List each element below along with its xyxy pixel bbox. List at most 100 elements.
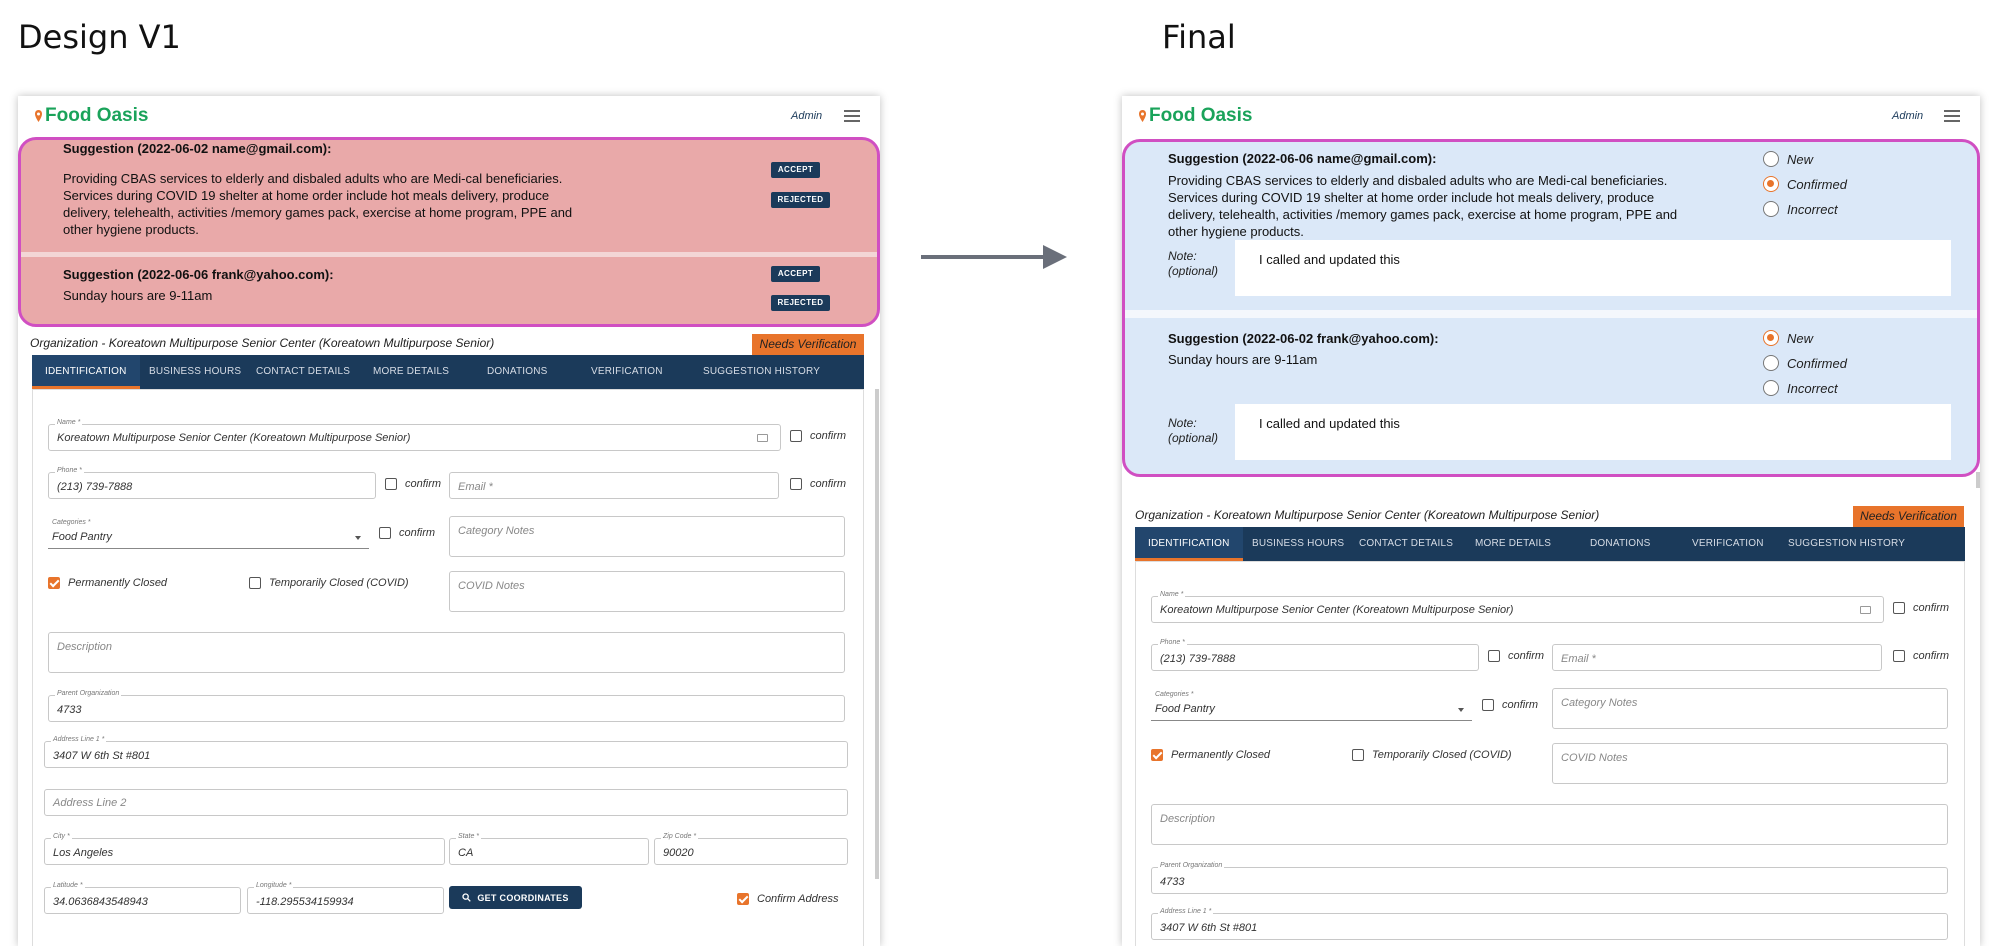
tab-contact-details[interactable]: CONTACT DETAILS xyxy=(256,355,350,389)
suggestion-text: Providing CBAS services to elderly and d… xyxy=(1168,173,1678,239)
app-header: Food Oasis Admin xyxy=(18,96,880,136)
suggestion-text: Providing CBAS services to elderly and d… xyxy=(63,171,573,237)
suggestion-title: Suggestion (2022-06-06 name@gmail.com): xyxy=(1168,151,1437,166)
note-input[interactable]: I called and updated this xyxy=(1235,240,1951,296)
permanently-closed-checkbox[interactable]: Permanently Closed xyxy=(1151,749,1270,761)
address1-field[interactable]: Address Line 1 * 3407 W 6th St #801 xyxy=(44,736,848,768)
tab-business-hours[interactable]: BUSINESS HOURS xyxy=(1252,527,1344,561)
admin-link[interactable]: Admin xyxy=(791,110,822,122)
state-field[interactable]: State * CA xyxy=(449,833,649,865)
arrow-icon xyxy=(921,245,1069,269)
name-field[interactable]: Name * Koreatown Multipurpose Senior Cent… xyxy=(1151,591,1884,623)
name-field[interactable]: Name * Koreatown Multipurpose Senior Cent… xyxy=(48,419,781,451)
search-icon xyxy=(462,893,472,902)
covid-notes-field[interactable]: COVID Notes xyxy=(449,571,845,612)
phone-field[interactable]: Phone * (213) 739-7888 xyxy=(1151,639,1479,671)
radio-confirmed[interactable]: Confirmed xyxy=(1763,355,1847,371)
suggestions-panel: Suggestion (2022-06-06 name@gmail.com): … xyxy=(1122,139,1980,477)
tab-identification[interactable]: IDENTIFICATION xyxy=(32,355,140,389)
identification-form: Name * Koreatown Multipurpose Senior Cent… xyxy=(32,389,864,946)
longitude-field[interactable]: Longitude * -118.295534159934 xyxy=(247,882,444,914)
menu-icon[interactable] xyxy=(844,110,860,122)
category-notes-field[interactable]: Category Notes xyxy=(1552,688,1948,729)
app-name: Food Oasis xyxy=(1149,105,1253,126)
carrot-pin-icon xyxy=(1139,110,1146,122)
scrollbar[interactable] xyxy=(1976,472,1980,488)
note-label: Note: (optional) xyxy=(1168,416,1219,445)
tab-business-hours[interactable]: BUSINESS HOURS xyxy=(149,355,241,389)
tab-suggestion-history[interactable]: SUGGESTION HISTORY xyxy=(1788,527,1905,561)
tab-donations[interactable]: DONATIONS xyxy=(487,355,548,389)
email-confirm-checkbox[interactable]: confirm xyxy=(1893,650,1949,662)
tab-more-details[interactable]: MORE DETAILS xyxy=(1475,527,1551,561)
tab-contact-details[interactable]: CONTACT DETAILS xyxy=(1359,527,1453,561)
menu-icon[interactable] xyxy=(1944,110,1960,122)
tab-more-details[interactable]: MORE DETAILS xyxy=(373,355,449,389)
parent-org-field[interactable]: Parent Organization 4733 xyxy=(48,690,845,722)
tab-verification[interactable]: VERIFICATION xyxy=(1692,527,1764,561)
name-confirm-checkbox[interactable]: confirm xyxy=(790,430,846,442)
divider xyxy=(1125,310,1977,318)
chevron-down-icon xyxy=(355,536,361,540)
latitude-field[interactable]: Latitude * 34.0636843548943 xyxy=(44,882,241,914)
logo: Food Oasis xyxy=(1138,105,1252,127)
tab-suggestion-history[interactable]: SUGGESTION HISTORY xyxy=(703,355,820,389)
phone-confirm-checkbox[interactable]: confirm xyxy=(1488,650,1544,662)
confirm-address-checkbox[interactable]: Confirm Address xyxy=(737,893,839,905)
identification-form: Name * Koreatown Multipurpose Senior Cent… xyxy=(1135,561,1965,946)
note-input[interactable]: I called and updated this xyxy=(1235,404,1951,460)
reject-button[interactable]: REJECTED xyxy=(771,295,830,311)
tab-verification[interactable]: VERIFICATION xyxy=(591,355,663,389)
app-header: Food Oasis Admin xyxy=(1122,96,1980,136)
reject-button[interactable]: REJECTED xyxy=(771,192,830,208)
suggestion-title: Suggestion (2022-06-02 frank@yahoo.com): xyxy=(1168,331,1439,346)
status-badge: Needs Verification xyxy=(752,334,864,355)
logo: Food Oasis xyxy=(34,105,148,127)
radio-new[interactable]: New xyxy=(1763,330,1813,346)
heading-final: Final xyxy=(1162,18,1236,56)
categories-confirm-checkbox[interactable]: confirm xyxy=(379,527,435,539)
radio-new[interactable]: New xyxy=(1763,151,1813,167)
tab-donations[interactable]: DONATIONS xyxy=(1590,527,1651,561)
suggestion-text: Sunday hours are 9-11am xyxy=(63,288,213,303)
app-name: Food Oasis xyxy=(45,105,149,126)
categories-select[interactable]: Categories * Food Pantry xyxy=(1151,688,1472,721)
categories-select[interactable]: Categories * Food Pantry xyxy=(48,516,369,549)
accept-button[interactable]: ACCEPT xyxy=(771,162,820,178)
scrollbar[interactable] xyxy=(875,389,879,879)
email-field[interactable]: Email * xyxy=(1552,644,1882,671)
radio-incorrect[interactable]: Incorrect xyxy=(1763,201,1838,217)
card-icon xyxy=(757,434,768,442)
org-title: Organization - Koreatown Multipurpose Se… xyxy=(30,336,495,350)
description-field[interactable]: Description xyxy=(1151,804,1948,845)
get-coordinates-button[interactable]: GET COORDINATES xyxy=(449,886,582,909)
parent-org-field[interactable]: Parent Organization 4733 xyxy=(1151,862,1948,894)
zip-field[interactable]: Zip Code * 90020 xyxy=(654,833,848,865)
email-field[interactable]: Email * xyxy=(449,472,779,499)
suggestion-item: Suggestion (2022-06-02 name@gmail.com): … xyxy=(21,140,877,251)
name-confirm-checkbox[interactable]: confirm xyxy=(1893,602,1949,614)
city-field[interactable]: City * Los Angeles xyxy=(44,833,445,865)
suggestion-title: Suggestion (2022-06-06 frank@yahoo.com): xyxy=(63,267,334,282)
accept-button[interactable]: ACCEPT xyxy=(771,266,820,282)
radio-confirmed[interactable]: Confirmed xyxy=(1763,176,1847,192)
tab-bar: IDENTIFICATION BUSINESS HOURS CONTACT DE… xyxy=(1135,527,1965,561)
suggestion-title: Suggestion (2022-06-02 name@gmail.com): xyxy=(63,141,332,156)
description-field[interactable]: Description xyxy=(48,632,845,673)
phone-confirm-checkbox[interactable]: confirm xyxy=(385,478,441,490)
org-title: Organization - Koreatown Multipurpose Se… xyxy=(1135,508,1600,522)
temporarily-closed-checkbox[interactable]: Temporarily Closed (COVID) xyxy=(1352,749,1512,761)
permanently-closed-checkbox[interactable]: Permanently Closed xyxy=(48,577,167,589)
category-notes-field[interactable]: Category Notes xyxy=(449,516,845,557)
radio-incorrect[interactable]: Incorrect xyxy=(1763,380,1838,396)
tab-identification[interactable]: IDENTIFICATION xyxy=(1135,527,1243,561)
card-icon xyxy=(1860,606,1871,614)
suggestion-item: Suggestion (2022-06-06 frank@yahoo.com):… xyxy=(21,257,877,324)
categories-confirm-checkbox[interactable]: confirm xyxy=(1482,699,1538,711)
temporarily-closed-checkbox[interactable]: Temporarily Closed (COVID) xyxy=(249,577,409,589)
phone-field[interactable]: Phone * (213) 739-7888 xyxy=(48,467,376,499)
admin-link[interactable]: Admin xyxy=(1892,110,1923,122)
covid-notes-field[interactable]: COVID Notes xyxy=(1552,743,1948,784)
address2-field[interactable]: Address Line 2 xyxy=(44,789,848,816)
email-confirm-checkbox[interactable]: confirm xyxy=(790,478,846,490)
